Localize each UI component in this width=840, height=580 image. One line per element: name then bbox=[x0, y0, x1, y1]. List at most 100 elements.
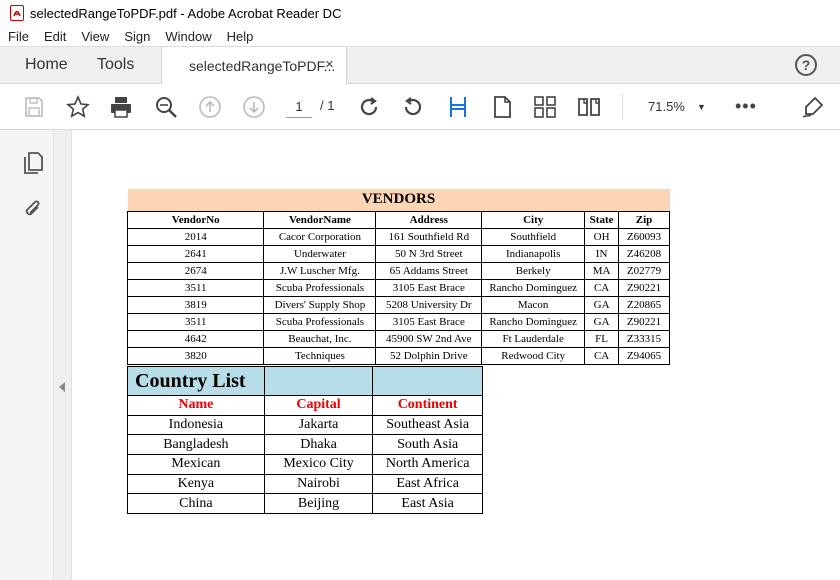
table-cell: Z33315 bbox=[618, 329, 670, 348]
page-thumbnails-icon[interactable] bbox=[20, 150, 46, 176]
table-cell: Macon bbox=[481, 295, 586, 314]
table-cell: FL bbox=[584, 329, 620, 348]
table-row: 2014 Cacor Corporation 161 Southfield Rd So… bbox=[126, 227, 670, 246]
table-cell: 3105 East Brace bbox=[375, 278, 483, 297]
table-cell: Ft Lauderdale bbox=[481, 329, 586, 348]
table-cell: 3105 East Brace bbox=[375, 312, 483, 331]
menu-edit[interactable]: Edit bbox=[36, 29, 73, 44]
menu-sign[interactable]: Sign bbox=[116, 29, 157, 44]
table-cell: Redwood City bbox=[481, 346, 586, 365]
table-cell: 3820 bbox=[126, 346, 265, 365]
table-cell: Southeast Asia bbox=[372, 414, 483, 436]
table-cell: Mexico City bbox=[263, 454, 374, 475]
tab-home[interactable]: Home bbox=[25, 56, 68, 74]
toolbar: 1 / 1 71.5% ▼ ••• bbox=[0, 84, 840, 130]
table-row: China Beijing East Asia bbox=[127, 493, 483, 515]
column-header: Name bbox=[127, 395, 265, 416]
title-fill-cell bbox=[263, 366, 374, 396]
table-row: 3511 Scuba Professionals 3105 East Brace Ra… bbox=[126, 278, 670, 297]
table-cell: Scuba Professionals bbox=[263, 312, 377, 331]
table-cell: Jakarta bbox=[263, 414, 374, 436]
vendors-table: VENDORS VendorNo VendorName Address City… bbox=[126, 189, 670, 365]
table-cell: Bangladesh bbox=[127, 434, 265, 456]
save-icon[interactable] bbox=[21, 94, 47, 120]
table-row: 4642 Beauchat, Inc. 45900 SW 2nd Ave Ft Lau… bbox=[126, 329, 670, 348]
print-icon[interactable] bbox=[108, 94, 134, 120]
help-icon[interactable]: ? bbox=[795, 54, 817, 76]
sign-pen-icon[interactable] bbox=[800, 94, 826, 120]
table-cell: MA bbox=[584, 261, 620, 280]
page-down-icon[interactable] bbox=[241, 94, 267, 120]
table-cell: Z60093 bbox=[618, 227, 670, 246]
acrobat-logo-icon bbox=[10, 5, 24, 21]
table-cell: 45900 SW 2nd Ave bbox=[375, 329, 483, 348]
table-row: 2674 J.W Luscher Mfg. 65 Addams Street Berk… bbox=[126, 261, 670, 280]
table-cell: Cacor Corporation bbox=[263, 227, 377, 246]
table-cell: 161 Southfield Rd bbox=[375, 227, 483, 246]
toolbar-divider bbox=[622, 94, 623, 120]
table-cell: East Asia bbox=[372, 493, 483, 515]
table-cell: 5208 University Dr bbox=[375, 295, 483, 314]
table-cell: Scuba Professionals bbox=[263, 278, 377, 297]
table-cell: GA bbox=[584, 295, 620, 314]
zoom-search-icon[interactable] bbox=[153, 94, 179, 120]
menu-window[interactable]: Window bbox=[157, 29, 218, 44]
two-page-icon[interactable] bbox=[576, 94, 602, 120]
column-header: VendorNo bbox=[126, 210, 265, 229]
close-tab-icon[interactable]: × bbox=[325, 56, 334, 73]
table-row: 3819 Divers' Supply Shop 5208 University D… bbox=[126, 295, 670, 314]
pane-collapse-handle[interactable] bbox=[54, 130, 72, 580]
table-cell: 2674 bbox=[126, 261, 265, 280]
title-bar: selectedRangeToPDF.pdf - Adobe Acrobat R… bbox=[0, 0, 840, 26]
table-cell: Z94065 bbox=[618, 346, 670, 365]
table-cell: Z90221 bbox=[618, 312, 670, 331]
table-cell: GA bbox=[584, 312, 620, 331]
table-cell: 4642 bbox=[126, 329, 265, 348]
table-cell: Z20865 bbox=[618, 295, 670, 314]
table-cell: CA bbox=[584, 346, 620, 365]
table-row: 3511 Scuba Professionals 3105 East Brace Ra… bbox=[126, 312, 670, 331]
tab-document[interactable]: selectedRangeToPDF... × bbox=[161, 47, 347, 85]
menu-file[interactable]: File bbox=[0, 29, 36, 44]
rotate-counterclockwise-icon[interactable] bbox=[400, 94, 426, 120]
table-cell: OH bbox=[584, 227, 620, 246]
table-cell: Rancho Dominguez bbox=[481, 278, 586, 297]
table-cell: 2014 bbox=[126, 227, 265, 246]
table-cell: North America bbox=[372, 454, 483, 475]
table-cell: 2641 bbox=[126, 244, 265, 263]
table-cell: South Asia bbox=[372, 434, 483, 456]
column-header: Zip bbox=[618, 210, 670, 229]
table-row: Mexican Mexico City North America bbox=[127, 454, 483, 475]
table-cell: Techniques bbox=[263, 346, 377, 365]
two-page-scroll-icon[interactable] bbox=[532, 94, 558, 120]
table-cell: Berkely bbox=[481, 261, 586, 280]
table-cell: 3511 bbox=[126, 278, 265, 297]
menu-help[interactable]: Help bbox=[219, 29, 261, 44]
page-up-icon[interactable] bbox=[197, 94, 223, 120]
column-header: Address bbox=[375, 210, 483, 229]
table-row: Indonesia Jakarta Southeast Asia bbox=[127, 414, 483, 436]
table-cell: IN bbox=[584, 244, 620, 263]
page-total: / 1 bbox=[320, 98, 335, 113]
column-header: City bbox=[481, 210, 586, 229]
table-cell: Z46208 bbox=[618, 244, 670, 263]
zoom-select[interactable]: 71.5% ▼ bbox=[642, 96, 714, 118]
select-cursor-icon[interactable] bbox=[445, 94, 471, 120]
vendors-title: VENDORS bbox=[127, 189, 670, 211]
table-cell: 3511 bbox=[126, 312, 265, 331]
zoom-value: 71.5% bbox=[648, 99, 685, 114]
page-number-input[interactable]: 1 bbox=[286, 96, 312, 118]
tab-tools[interactable]: Tools bbox=[97, 56, 134, 74]
table-cell: Rancho Dominguez bbox=[481, 312, 586, 331]
table-cell: 50 N 3rd Street bbox=[375, 244, 483, 263]
table-cell: Underwater bbox=[263, 244, 377, 263]
bookmark-star-icon[interactable] bbox=[65, 94, 91, 120]
page-single-icon[interactable] bbox=[489, 94, 515, 120]
table-row: 2641 Underwater 50 N 3rd Street Indianapoli… bbox=[126, 244, 670, 263]
attachment-paperclip-icon[interactable] bbox=[20, 197, 46, 223]
menu-view[interactable]: View bbox=[73, 29, 116, 44]
rotate-clockwise-icon[interactable] bbox=[356, 94, 382, 120]
window-title: selectedRangeToPDF.pdf - Adobe Acrobat R… bbox=[30, 5, 342, 21]
more-icon[interactable]: ••• bbox=[735, 96, 757, 117]
country-list-title: Country List bbox=[127, 366, 265, 396]
